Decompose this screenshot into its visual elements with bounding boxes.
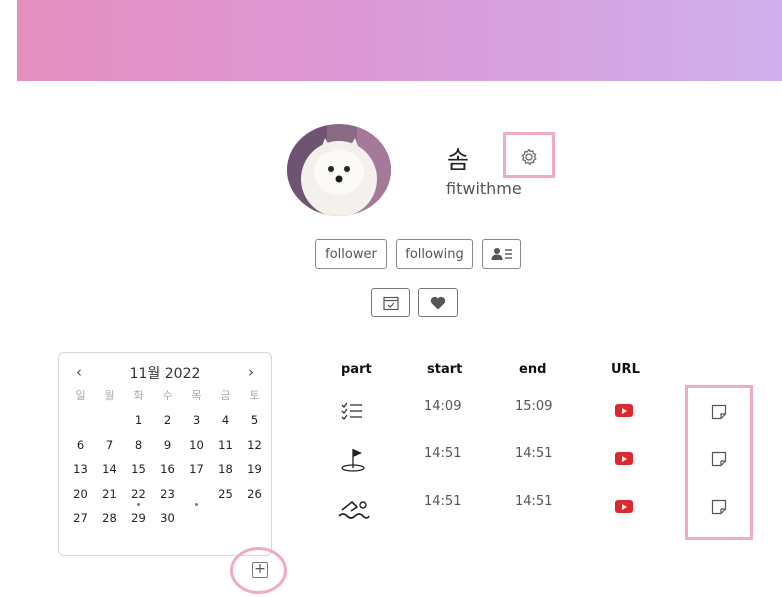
calendar-weekday: 목 — [191, 389, 202, 402]
calendar-day[interactable]: 8 — [124, 433, 153, 458]
youtube-icon[interactable] — [615, 452, 633, 465]
youtube-icon[interactable] — [615, 500, 633, 513]
row-end: 15:09 — [515, 399, 553, 414]
calendar-day[interactable]: 20 — [66, 482, 95, 507]
calendar-empty — [95, 408, 124, 433]
calendar-weekday: 월 — [104, 389, 115, 402]
calendar-weekday: 금 — [220, 389, 231, 402]
profile-handle: fitwithme — [446, 179, 522, 198]
add-plus-icon[interactable]: + — [252, 562, 268, 578]
calendar-weekday: 토 — [249, 389, 260, 402]
calendar-day[interactable]: 6 — [66, 433, 95, 458]
add-highlight: + — [230, 547, 287, 594]
settings-highlight — [503, 132, 555, 178]
calendar-day[interactable]: 24 — [182, 481, 211, 507]
calendar-day[interactable]: 10 — [182, 433, 211, 458]
calendar-day[interactable]: 30 — [153, 506, 182, 531]
calendar-day[interactable]: 15 — [124, 457, 153, 482]
calendar-day[interactable]: 1 — [124, 408, 153, 433]
calendar-day[interactable]: 3 — [182, 408, 211, 433]
memo-icon[interactable] — [711, 451, 727, 467]
calendar-weekday: 수 — [162, 389, 173, 402]
col-header-url: URL — [611, 362, 640, 377]
memo-highlight — [685, 385, 753, 540]
calendar-days: 1 2 3 4 5 6 7 8 9 10 11 12 13 14 15 16 17 18 19 20 21 22 23 24 2… — [66, 408, 269, 531]
calendar-day[interactable]: 13 — [66, 457, 95, 482]
calendar-day[interactable]: 18 — [211, 457, 240, 482]
calendar-day[interactable]: 29 — [124, 506, 153, 531]
calendar-check-icon — [382, 296, 399, 310]
memo-icon[interactable] — [711, 499, 727, 515]
col-header-start: start — [427, 362, 463, 377]
calendar-day[interactable]: 16 — [153, 457, 182, 482]
calendar-day[interactable]: 4 — [211, 408, 240, 433]
memo-icon[interactable] — [711, 404, 727, 420]
profile-avatar — [287, 124, 391, 216]
col-header-end: end — [519, 362, 547, 377]
heart-icon — [430, 296, 446, 309]
calendar-day[interactable]: 19 — [240, 457, 269, 482]
calendar-day[interactable]: 11 — [211, 433, 240, 458]
calendar-day[interactable]: 14 — [95, 457, 124, 482]
row-start: 14:51 — [424, 446, 462, 461]
calendar-check-button[interactable] — [371, 288, 410, 317]
follower-button[interactable]: follower — [315, 239, 387, 269]
calendar-day[interactable]: 9 — [153, 433, 182, 458]
calendar-empty — [66, 408, 95, 433]
calendar-weekday: 일 — [75, 389, 86, 402]
calendar-day[interactable]: 26 — [240, 482, 269, 507]
golf-flag-icon — [341, 449, 365, 472]
calendar-day[interactable]: 27 — [66, 506, 95, 531]
calendar-weekday: 화 — [133, 389, 144, 402]
following-button[interactable]: following — [396, 239, 473, 269]
row-start: 14:09 — [424, 399, 462, 414]
calendar-day[interactable]: 23 — [153, 482, 182, 507]
contact-card-icon — [491, 248, 512, 260]
contact-card-button[interactable] — [482, 239, 521, 269]
calendar-day[interactable]: 7 — [95, 433, 124, 458]
calendar-day[interactable]: 12 — [240, 433, 269, 458]
calendar-next-button[interactable]: › — [241, 363, 261, 381]
calendar-day[interactable]: 22 — [124, 482, 153, 507]
calendar-day[interactable]: 21 — [95, 482, 124, 507]
col-header-part: part — [341, 362, 372, 377]
calendar-day[interactable]: 5 — [240, 408, 269, 433]
calendar: ‹ 11월 2022 › 일월화수목금토 1 2 3 4 5 6 7 8 9 10 11 12 13 14… — [58, 352, 272, 556]
row-end: 14:51 — [515, 446, 553, 461]
calendar-day[interactable]: 2 — [153, 408, 182, 433]
calendar-day[interactable]: 28 — [95, 506, 124, 531]
gear-icon[interactable] — [519, 147, 539, 167]
calendar-day[interactable]: 17 — [182, 457, 211, 482]
swimming-icon — [338, 501, 370, 519]
calendar-weekdays: 일월화수목금토 — [66, 387, 269, 403]
row-start: 14:51 — [424, 494, 462, 509]
calendar-day[interactable]: 25 — [211, 482, 240, 507]
profile-name: 솜 — [447, 146, 470, 174]
header-banner — [17, 0, 782, 81]
list-check-icon — [341, 402, 362, 420]
calendar-title: 11월 2022 — [129, 366, 201, 382]
row-end: 14:51 — [515, 494, 553, 509]
youtube-icon[interactable] — [615, 404, 633, 417]
like-button[interactable] — [418, 288, 458, 317]
